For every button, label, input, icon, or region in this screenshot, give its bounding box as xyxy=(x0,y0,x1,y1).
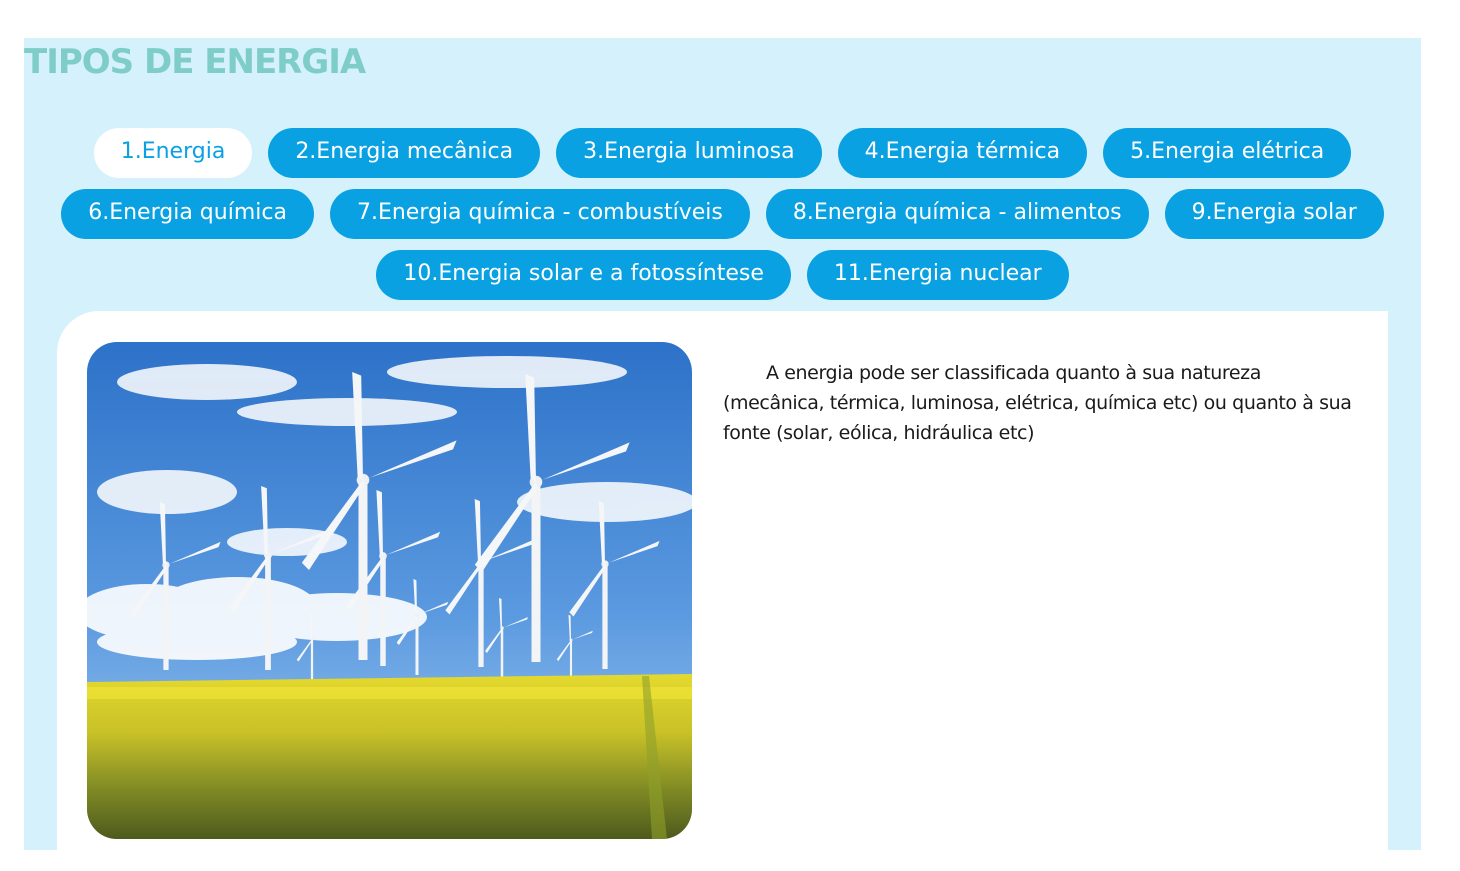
tab-energia-luminosa[interactable]: 3.Energia luminosa xyxy=(556,128,822,178)
tab-row-1: 1.Energia 2.Energia mecânica 3.Energia l… xyxy=(24,128,1421,178)
tab-energia-termica[interactable]: 4.Energia térmica xyxy=(837,128,1088,178)
tab-energia-quimica-alimentos[interactable]: 8.Energia química - alimentos xyxy=(765,189,1149,239)
wind-turbines-image xyxy=(87,342,692,839)
tab-row-3: 10.Energia solar e a fotossíntese 11.Ene… xyxy=(24,250,1421,300)
tab-energia-solar-fotossintese[interactable]: 10.Energia solar e a fotossíntese xyxy=(376,250,791,300)
tab-energia-mecanica[interactable]: 2.Energia mecânica xyxy=(268,128,541,178)
tab-energia-eletrica[interactable]: 5.Energia elétrica xyxy=(1103,128,1352,178)
tab-energia-nuclear[interactable]: 11.Energia nuclear xyxy=(806,250,1069,300)
tab-energia-solar[interactable]: 9.Energia solar xyxy=(1164,189,1384,239)
tab-energia-quimica-combustiveis[interactable]: 7.Energia química - combustíveis xyxy=(329,189,750,239)
topic-tabs: 1.Energia 2.Energia mecânica 3.Energia l… xyxy=(24,128,1421,311)
tab-energia-quimica[interactable]: 6.Energia química xyxy=(61,189,314,239)
page-title: TIPOS DE ENERGIA xyxy=(24,42,366,82)
content-card: A energia pode ser classificada quanto à… xyxy=(57,311,1388,871)
energy-description: A energia pode ser classificada quanto à… xyxy=(723,362,1352,444)
content-panel: TIPOS DE ENERGIA 1.Energia 2.Energia mec… xyxy=(24,38,1421,871)
tab-row-2: 6.Energia química 7.Energia química - co… xyxy=(24,189,1421,239)
tab-energia[interactable]: 1.Energia xyxy=(93,128,253,178)
